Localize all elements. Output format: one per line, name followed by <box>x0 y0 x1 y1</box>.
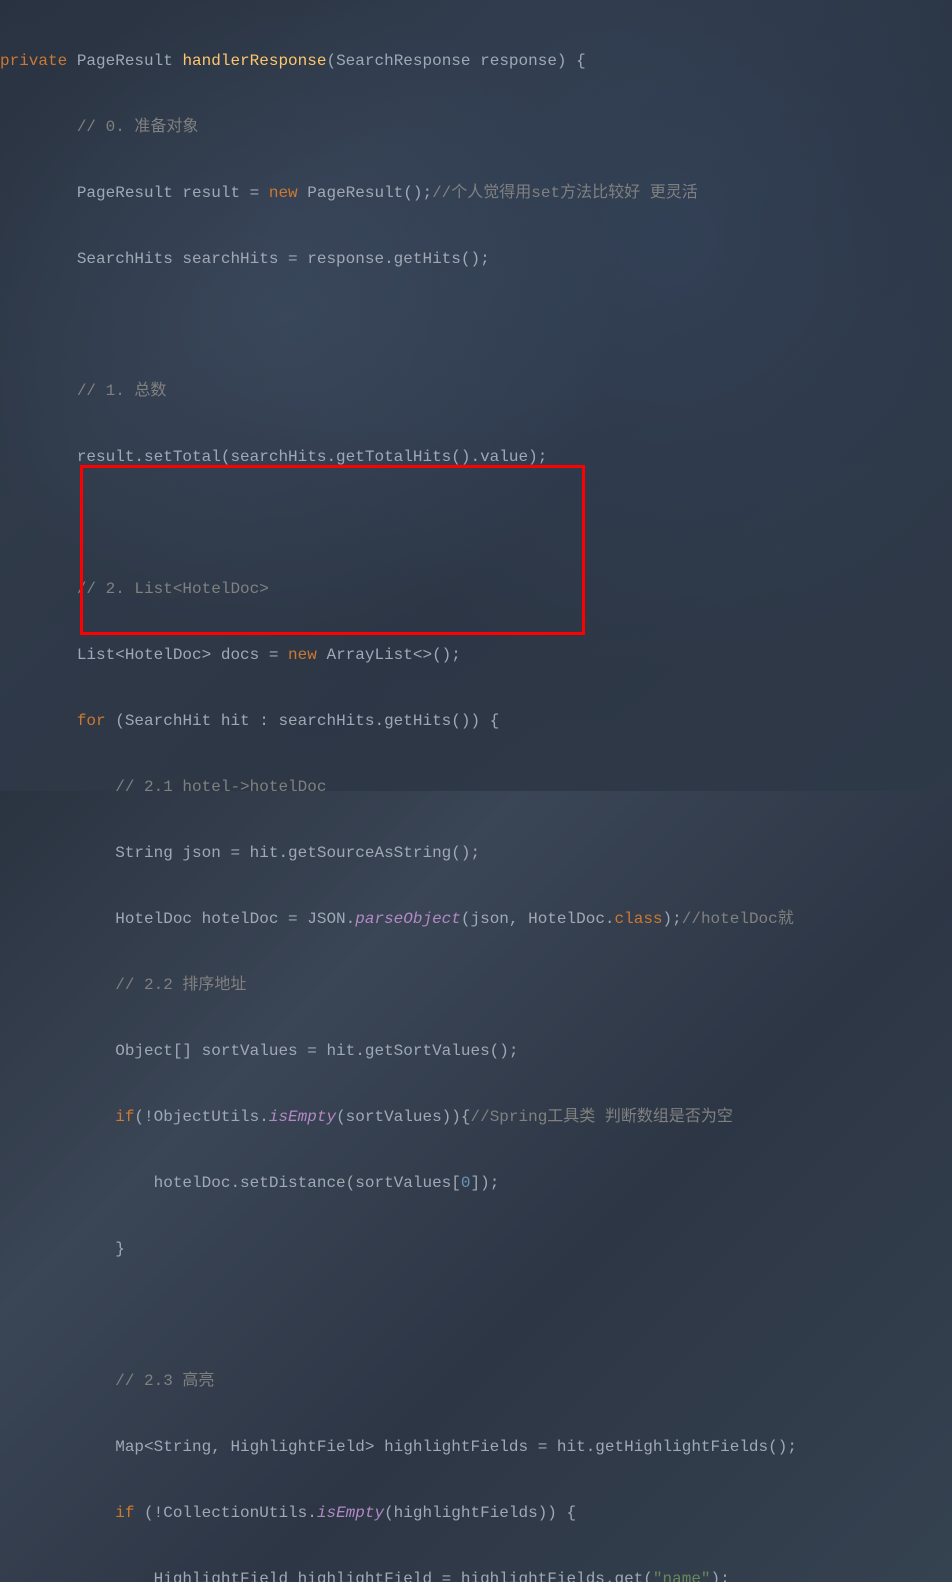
code-line[interactable]: // 2.1 hotel->hotelDoc <box>0 771 952 804</box>
text: List<HotelDoc> docs = <box>77 646 288 664</box>
keyword-if: if <box>115 1108 134 1126</box>
code-line[interactable]: // 0. 准备对象 <box>0 111 952 144</box>
code-line[interactable]: List<HotelDoc> docs = new ArrayList<>(); <box>0 639 952 672</box>
code-line[interactable]: private PageResult handlerResponse(Searc… <box>0 45 952 78</box>
code-line[interactable]: } <box>0 1233 952 1266</box>
text: ); <box>711 1570 730 1582</box>
text: Map<String, HighlightField> highlightFie… <box>115 1438 797 1456</box>
indent <box>0 976 115 994</box>
number: 0 <box>461 1174 471 1192</box>
code-line[interactable]: HotelDoc hotelDoc = JSON.parseObject(jso… <box>0 903 952 936</box>
text: SearchHits searchHits = response.getHits… <box>77 250 490 268</box>
static-method: isEmpty <box>269 1108 336 1126</box>
code-line[interactable]: String json = hit.getSourceAsString(); <box>0 837 952 870</box>
indent <box>0 118 77 136</box>
static-method: parseObject <box>355 910 461 928</box>
code-line[interactable]: hotelDoc.setDistance(sortValues[0]); <box>0 1167 952 1200</box>
code-line[interactable]: for (SearchHit hit : searchHits.getHits(… <box>0 705 952 738</box>
indent <box>0 778 115 796</box>
comment: // 2.1 hotel->hotelDoc <box>115 778 326 796</box>
text: (sortValues)){ <box>336 1108 470 1126</box>
indent <box>0 1042 115 1060</box>
indent <box>0 1174 154 1192</box>
comment: // 2. List<HotelDoc> <box>77 580 269 598</box>
blank-line <box>0 309 952 342</box>
indent <box>0 1570 154 1582</box>
keyword-for: for <box>77 712 106 730</box>
string-literal: "name" <box>653 1570 711 1582</box>
indent <box>0 844 115 862</box>
blank-line <box>0 507 952 540</box>
type: PageResult <box>67 52 182 70</box>
comment: //Spring工具类 判断数组是否为空 <box>470 1108 732 1126</box>
brace: } <box>115 1240 125 1258</box>
text: hotelDoc.setDistance(sortValues[ <box>154 1174 461 1192</box>
code-line[interactable]: Object[] sortValues = hit.getSortValues(… <box>0 1035 952 1068</box>
indent <box>0 712 77 730</box>
indent <box>0 382 77 400</box>
text: ArrayList<>(); <box>317 646 461 664</box>
text: String json = hit.getSourceAsString(); <box>115 844 480 862</box>
param-name: response <box>480 52 557 70</box>
text: result.setTotal(searchHits.getTotalHits(… <box>77 448 547 466</box>
code-line[interactable]: PageResult result = new PageResult();//个… <box>0 177 952 210</box>
text: (!ObjectUtils. <box>134 1108 268 1126</box>
method-name: handlerResponse <box>182 52 326 70</box>
code-line[interactable]: // 2.3 高亮 <box>0 1365 952 1398</box>
indent <box>0 1372 115 1390</box>
text: (highlightFields)) { <box>384 1504 576 1522</box>
indent <box>0 1504 115 1522</box>
text: ); <box>663 910 682 928</box>
text: (json, HotelDoc. <box>461 910 615 928</box>
text: ]); <box>470 1174 499 1192</box>
comment: //hotelDoc就 <box>682 910 794 928</box>
text: Object[] sortValues = hit.getSortValues(… <box>115 1042 518 1060</box>
comment: //个人觉得用set方法比较好 更灵活 <box>432 184 698 202</box>
param-type: SearchResponse <box>336 52 480 70</box>
blank-line <box>0 1299 952 1332</box>
code-line[interactable]: // 1. 总数 <box>0 375 952 408</box>
code-line[interactable]: Map<String, HighlightField> highlightFie… <box>0 1431 952 1464</box>
code-line[interactable]: if (!CollectionUtils.isEmpty(highlightFi… <box>0 1497 952 1530</box>
keyword-new: new <box>288 646 317 664</box>
comment: // 1. 总数 <box>77 382 167 400</box>
paren: ) { <box>557 52 586 70</box>
indent <box>0 448 77 466</box>
call: PageResult(); <box>298 184 432 202</box>
static-method: isEmpty <box>317 1504 384 1522</box>
comment: // 2.2 排序地址 <box>115 976 246 994</box>
keyword: private <box>0 52 67 70</box>
code-editor[interactable]: private PageResult handlerResponse(Searc… <box>0 0 952 1582</box>
code-line[interactable]: SearchHits searchHits = response.getHits… <box>0 243 952 276</box>
indent <box>0 646 77 664</box>
code-line[interactable]: result.setTotal(searchHits.getTotalHits(… <box>0 441 952 474</box>
comment: // 0. 准备对象 <box>77 118 199 136</box>
code-line[interactable]: // 2. List<HotelDoc> <box>0 573 952 606</box>
indent <box>0 1240 115 1258</box>
keyword-new: new <box>269 184 298 202</box>
indent <box>0 1438 115 1456</box>
text: HighlightField highlightField = highligh… <box>154 1570 653 1582</box>
indent <box>0 1108 115 1126</box>
comment: // 2.3 高亮 <box>115 1372 214 1390</box>
text: (SearchHit hit : searchHits.getHits()) { <box>106 712 500 730</box>
indent <box>0 184 77 202</box>
paren: ( <box>326 52 336 70</box>
text: HotelDoc hotelDoc = JSON. <box>115 910 355 928</box>
indent <box>0 580 77 598</box>
keyword-if: if <box>115 1504 134 1522</box>
indent <box>0 910 115 928</box>
text: PageResult result = <box>77 184 269 202</box>
class-keyword: class <box>615 910 663 928</box>
text: (!CollectionUtils. <box>134 1504 316 1522</box>
code-line[interactable]: if(!ObjectUtils.isEmpty(sortValues)){//S… <box>0 1101 952 1134</box>
indent <box>0 250 77 268</box>
code-line[interactable]: // 2.2 排序地址 <box>0 969 952 1002</box>
code-line[interactable]: HighlightField highlightField = highligh… <box>0 1563 952 1582</box>
